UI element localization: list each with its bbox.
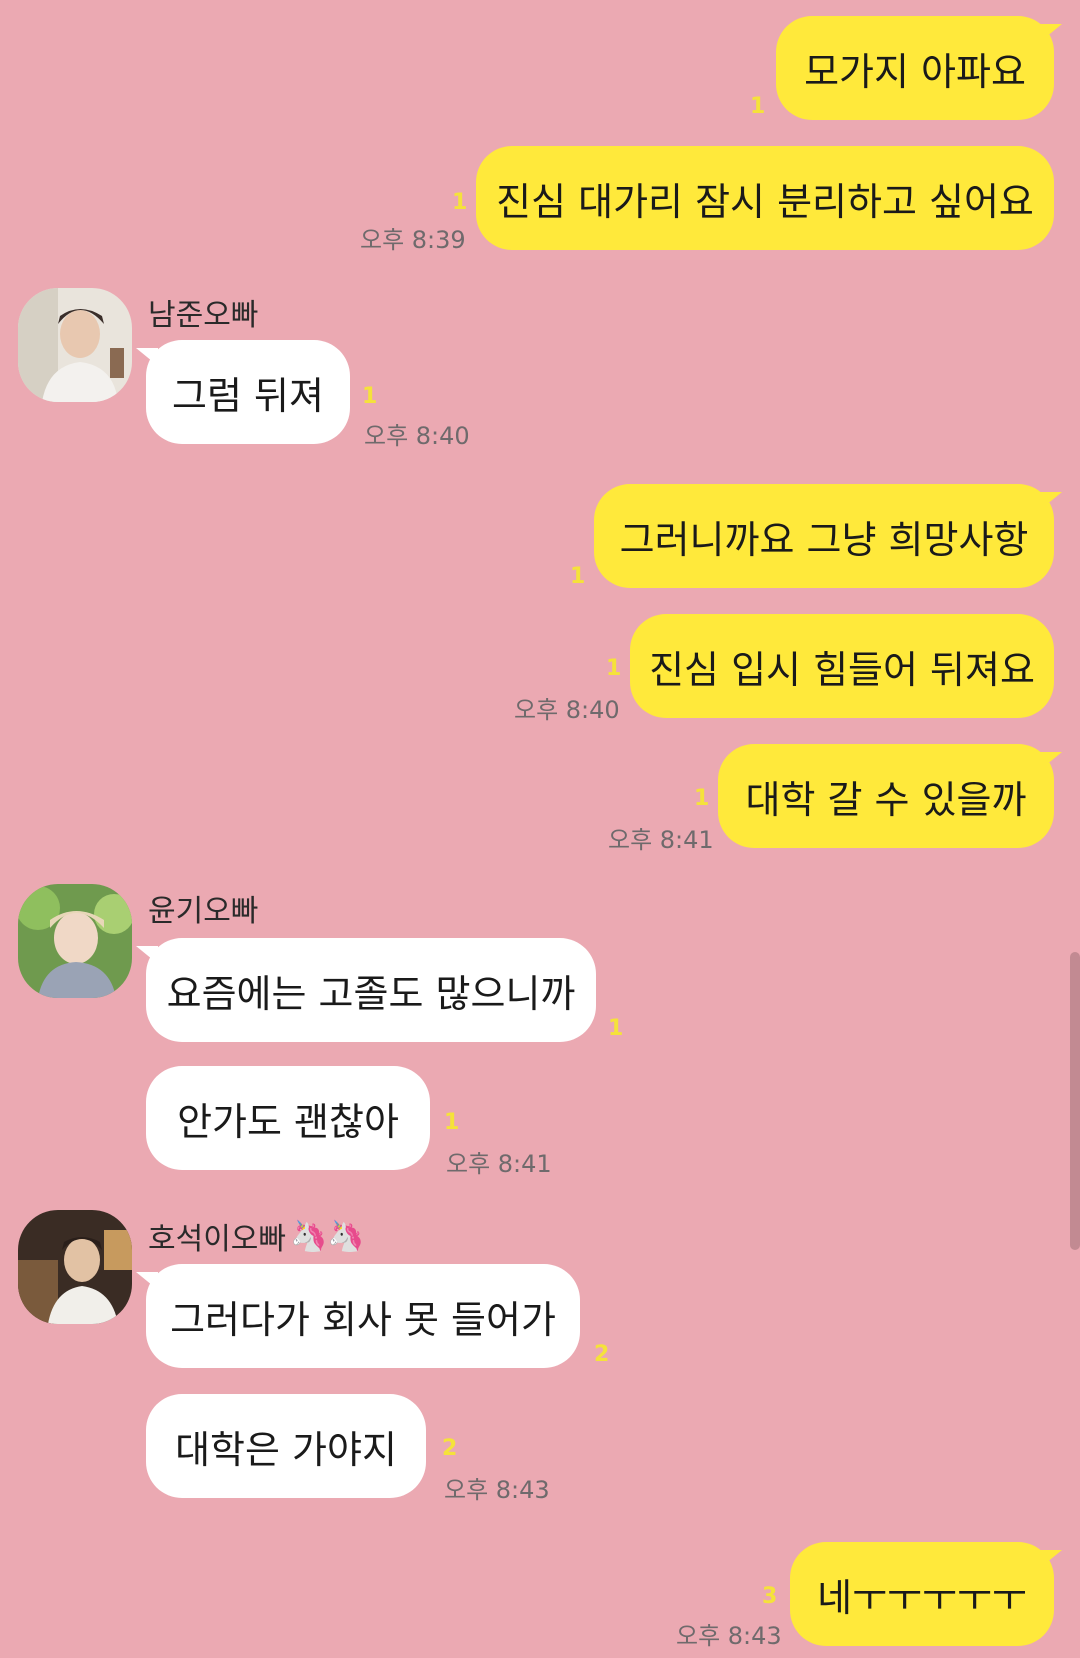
unread-count: 1 xyxy=(570,564,586,589)
message-text: 안가도 괜찮아 xyxy=(177,1099,399,1144)
message-timestamp: 오후 8:43 xyxy=(444,1476,550,1504)
my-message-bubble[interactable]: 그러니까요 그냥 희망사항 xyxy=(594,484,1062,588)
message-timestamp: 오후 8:39 xyxy=(360,226,466,254)
message-text: 요즘에는 고졸도 많으니까 xyxy=(166,971,576,1016)
message-timestamp: 오후 8:41 xyxy=(446,1150,552,1178)
unread-count: 1 xyxy=(694,786,710,811)
message-text: 대학은 가야지 xyxy=(175,1427,397,1472)
avatar-photo xyxy=(18,884,132,998)
their-message-bubble[interactable]: 그러다가 회사 못 들어가 xyxy=(136,1264,580,1368)
sender-name-text: 호석이오빠 xyxy=(148,1222,286,1257)
unicorn-emoji-icon: 🦄🦄 xyxy=(290,1218,365,1254)
sender-name: 윤기오빠 xyxy=(148,894,259,929)
contact-avatar[interactable] xyxy=(18,884,132,998)
their-message-bubble[interactable]: 대학은 가야지 xyxy=(146,1394,426,1498)
unread-count: 1 xyxy=(606,656,622,681)
scrollbar[interactable] xyxy=(1070,952,1080,1250)
unread-count: 3 xyxy=(762,1584,778,1609)
their-message-bubble[interactable]: 안가도 괜찮아 xyxy=(146,1066,430,1170)
unread-count: 1 xyxy=(444,1110,460,1135)
unread-count: 2 xyxy=(594,1342,610,1367)
unread-count: 2 xyxy=(442,1436,458,1461)
my-message-bubble[interactable]: 네ㅜㅜㅜㅜㅜ xyxy=(790,1542,1062,1646)
message-timestamp: 오후 8:43 xyxy=(676,1622,782,1650)
message-text: 그러니까요 그냥 희망사항 xyxy=(619,517,1029,562)
message-text: 대학 갈 수 있을까 xyxy=(745,777,1027,822)
message-text: 모가지 아파요 xyxy=(804,49,1026,94)
message-text: 진심 입시 힘들어 뒤져요 xyxy=(649,647,1035,692)
contact-avatar[interactable] xyxy=(18,288,132,402)
my-message-bubble[interactable]: 대학 갈 수 있을까 xyxy=(718,744,1062,848)
message-text: 진심 대가리 잠시 분리하고 싶어요 xyxy=(496,179,1034,224)
message-text: 그럼 뒤져 xyxy=(172,373,324,418)
their-message-bubble[interactable]: 그럼 뒤져 xyxy=(136,340,350,444)
sender-name: 호석이오빠 🦄🦄 xyxy=(148,1214,365,1258)
my-message-bubble[interactable]: 모가지 아파요 xyxy=(776,16,1062,120)
contact-avatar[interactable] xyxy=(18,1210,132,1324)
message-timestamp: 오후 8:41 xyxy=(608,826,714,854)
avatar-photo xyxy=(18,288,132,402)
my-message-bubble[interactable]: 진심 대가리 잠시 분리하고 싶어요 xyxy=(476,146,1054,250)
unread-count: 1 xyxy=(608,1016,624,1041)
message-text: 네ㅜㅜㅜㅜㅜ xyxy=(817,1575,1027,1620)
avatar-photo xyxy=(18,1210,132,1324)
message-text: 그러다가 회사 못 들어가 xyxy=(170,1297,556,1342)
my-message-bubble[interactable]: 진심 입시 힘들어 뒤져요 xyxy=(630,614,1054,718)
unread-count: 1 xyxy=(750,94,766,119)
unread-count: 1 xyxy=(362,384,378,409)
their-message-bubble[interactable]: 요즘에는 고졸도 많으니까 xyxy=(136,938,596,1042)
message-timestamp: 오후 8:40 xyxy=(364,422,470,450)
sender-name: 남준오빠 xyxy=(148,298,259,333)
message-timestamp: 오후 8:40 xyxy=(514,696,620,724)
unread-count: 1 xyxy=(452,190,468,215)
